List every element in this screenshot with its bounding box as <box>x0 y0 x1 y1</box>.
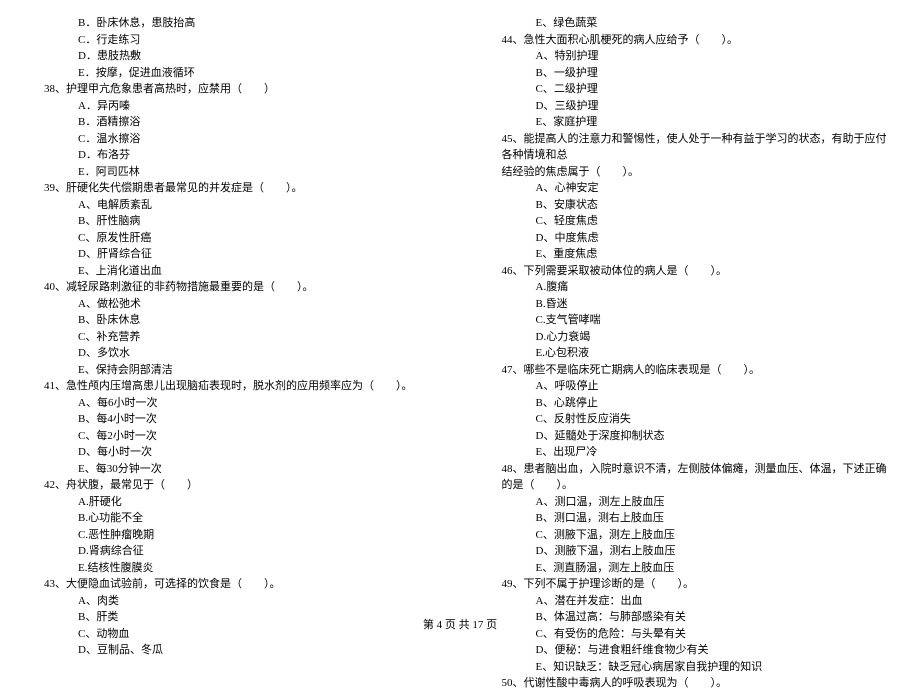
option: A、每6小时一次 <box>30 395 433 412</box>
option: C、原发性肝癌 <box>30 230 433 247</box>
option: E、重度焦虑 <box>488 246 891 263</box>
option: C、轻度焦虑 <box>488 213 891 230</box>
option: A、呼吸停止 <box>488 378 891 395</box>
question-45-line1: 45、能提高人的注意力和警惕性，使人处于一种有益于学习的状态，有助于应付各种情境… <box>488 131 891 164</box>
question-47: 47、哪些不是临床死亡期病人的临床表现是（ ）。 <box>488 362 891 379</box>
option: D、多饮水 <box>30 345 433 362</box>
option: A、心神安定 <box>488 180 891 197</box>
option: A、做松弛术 <box>30 296 433 313</box>
option: E.结核性腹膜炎 <box>30 560 433 577</box>
option: D、测腋下温，测右上肢血压 <box>488 543 891 560</box>
option: C、二级护理 <box>488 81 891 98</box>
option: B、卧床休息 <box>30 312 433 329</box>
option: E.心包积液 <box>488 345 891 362</box>
question-48: 48、患者脑出血，入院时意识不清，左侧肢体偏瘫，测量血压、体温，下述正确的是（ … <box>488 461 891 494</box>
question-49: 49、下列不属于护理诊断的是（ ）。 <box>488 576 891 593</box>
option: D、豆制品、冬瓜 <box>30 642 433 659</box>
option: D．布洛芬 <box>30 147 433 164</box>
option: D、便秘：与进食粗纤维食物少有关 <box>488 642 891 659</box>
option: B．酒精擦浴 <box>30 114 433 131</box>
option: B．卧床休息，患肢抬高 <box>30 15 433 32</box>
question-40: 40、减轻尿路刺激征的非药物措施最重要的是（ ）。 <box>30 279 433 296</box>
option: E、出现尸冷 <box>488 444 891 461</box>
option: D、中度焦虑 <box>488 230 891 247</box>
option: E、家庭护理 <box>488 114 891 131</box>
option: E、每30分钟一次 <box>30 461 433 478</box>
question-38: 38、护理甲亢危象患者高热时，应禁用（ ） <box>30 81 433 98</box>
option: D．患肢热敷 <box>30 48 433 65</box>
option: A、电解质紊乱 <box>30 197 433 214</box>
option: C.支气管哮喘 <box>488 312 891 329</box>
question-41: 41、急性颅内压增高患儿出现脑疝表现时，脱水剂的应用频率应为（ ）。 <box>30 378 433 395</box>
option: C、补充营养 <box>30 329 433 346</box>
option: B、测口温，测右上肢血压 <box>488 510 891 527</box>
question-43: 43、大便隐血试验前，可选择的饮食是（ ）。 <box>30 576 433 593</box>
option: C、测腋下温，测左上肢血压 <box>488 527 891 544</box>
option: E、上消化道出血 <box>30 263 433 280</box>
option: C、每2小时一次 <box>30 428 433 445</box>
option: B、心跳停止 <box>488 395 891 412</box>
option: A．异丙嗪 <box>30 98 433 115</box>
option: A、潜在并发症：出血 <box>488 593 891 610</box>
option: B.心功能不全 <box>30 510 433 527</box>
option: D.肾病综合征 <box>30 543 433 560</box>
option: C.恶性肿瘤晚期 <box>30 527 433 544</box>
option: B.昏迷 <box>488 296 891 313</box>
option: E、保持会阴部清洁 <box>30 362 433 379</box>
option: C．行走练习 <box>30 32 433 49</box>
question-39: 39、肝硬化失代偿期患者最常见的并发症是（ ）。 <box>30 180 433 197</box>
option: E、绿色蔬菜 <box>488 15 891 32</box>
option: B、每4小时一次 <box>30 411 433 428</box>
option: B、肝性脑病 <box>30 213 433 230</box>
question-45-line2: 结经验的焦虑属于（ ）。 <box>488 164 891 181</box>
option: A、测口温，测左上肢血压 <box>488 494 891 511</box>
question-46: 46、下列需要采取被动体位的病人是（ ）。 <box>488 263 891 280</box>
question-50: 50、代谢性酸中毒病人的呼吸表现为（ ）。 <box>488 675 891 692</box>
option: A、肉类 <box>30 593 433 610</box>
question-44: 44、急性大面积心肌梗死的病人应给予（ ）。 <box>488 32 891 49</box>
option: E、测直肠温，测左上肢血压 <box>488 560 891 577</box>
option: D、肝肾综合征 <box>30 246 433 263</box>
option: A.腹痛 <box>488 279 891 296</box>
option: A、特别护理 <box>488 48 891 65</box>
option: B、一级护理 <box>488 65 891 82</box>
option: B、安康状态 <box>488 197 891 214</box>
option: C．温水擦浴 <box>30 131 433 148</box>
option: C、反射性反应消失 <box>488 411 891 428</box>
page-footer: 第 4 页 共 17 页 <box>0 616 920 632</box>
option: D、三级护理 <box>488 98 891 115</box>
option: D、每小时一次 <box>30 444 433 461</box>
option: E．按摩，促进血液循环 <box>30 65 433 82</box>
option: D、延髓处于深度抑制状态 <box>488 428 891 445</box>
option: D.心力衰竭 <box>488 329 891 346</box>
right-column: E、绿色蔬菜 44、急性大面积心肌梗死的病人应给予（ ）。 A、特别护理 B、一… <box>488 15 891 692</box>
option: E．阿司匹林 <box>30 164 433 181</box>
option: A.肝硬化 <box>30 494 433 511</box>
question-42: 42、舟状腹，最常见于（ ） <box>30 477 433 494</box>
option: E、知识缺乏：缺乏冠心病居家自我护理的知识 <box>488 659 891 676</box>
left-column: B．卧床休息，患肢抬高 C．行走练习 D．患肢热敷 E．按摩，促进血液循环 38… <box>30 15 433 692</box>
